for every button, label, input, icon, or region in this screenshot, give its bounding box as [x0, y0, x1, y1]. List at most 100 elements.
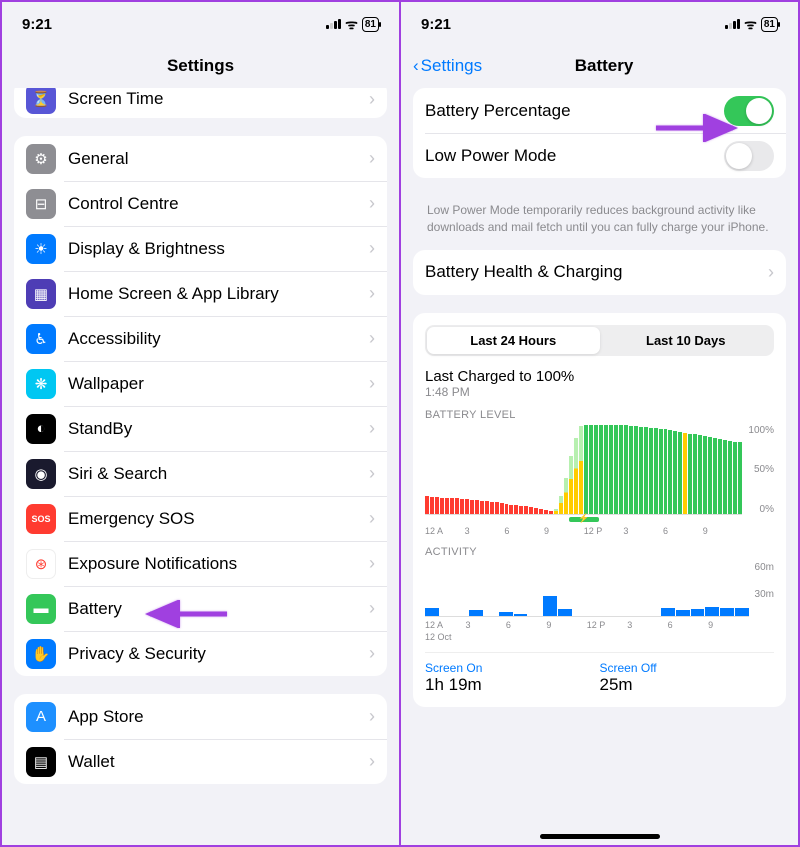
battery-health-group: Battery Health & Charging ›	[413, 250, 786, 295]
settings-row-emergency-sos[interactable]: SOS Emergency SOS›	[14, 496, 387, 541]
cellular-icon	[725, 19, 740, 29]
status-bar: 9:21 ᯤ 81	[401, 2, 798, 46]
settings-row-wallet[interactable]: ▤Wallet›	[14, 739, 387, 784]
chevron-right-icon: ›	[369, 418, 375, 439]
chevron-right-icon: ›	[768, 262, 774, 283]
lpm-description: Low Power Mode temporarily reduces backg…	[413, 196, 786, 250]
row-label: Wallet	[68, 752, 369, 772]
settings-row-exposure-notifications[interactable]: ⊛ Exposure Notifications›	[14, 541, 387, 586]
row-label: Screen Time	[68, 89, 369, 109]
settings-row-display-brightness[interactable]: ☀ Display & Brightness›	[14, 226, 387, 271]
last-charged-title: Last Charged to 100%	[425, 368, 774, 385]
status-time: 9:21	[22, 16, 52, 33]
settings-row-battery[interactable]: ▬ Battery›	[14, 586, 387, 631]
activity-chart: 12 A36912 P369 12 Oct 60m 30m	[425, 562, 774, 642]
accessibility-icon: ♿︎	[26, 324, 56, 354]
cellular-icon	[326, 19, 341, 29]
settings-screen: 9:21 ᯤ 81 Settings ⏳ Screen Time › ⚙︎ Gen…	[2, 2, 401, 845]
row-label: Siri & Search	[68, 464, 369, 484]
settings-row-privacy-security[interactable]: ✋ Privacy & Security›	[14, 631, 387, 676]
settings-group-store: AApp Store›▤Wallet›	[14, 694, 387, 784]
battery-icon: ▬	[26, 594, 56, 624]
settings-group-main: ⚙︎General›⊟Control Centre›☀Display & Bri…	[14, 136, 387, 676]
settings-row-general[interactable]: ⚙︎ General›	[14, 136, 387, 181]
chevron-right-icon: ›	[369, 553, 375, 574]
row-label: Exposure Notifications	[68, 554, 369, 574]
chevron-right-icon: ›	[369, 706, 375, 727]
battery-percentage-toggle[interactable]	[724, 96, 774, 126]
screen-off-label: Screen Off	[600, 661, 775, 675]
chevron-right-icon: ›	[369, 148, 375, 169]
chevron-right-icon: ›	[369, 328, 375, 349]
settings-row-standby[interactable]: ◐StandBy›	[14, 406, 387, 451]
row-label: Wallpaper	[68, 374, 369, 394]
home-icon: ▦	[26, 279, 56, 309]
wifi-icon: ᯤ	[345, 15, 358, 34]
row-label: Privacy & Security	[68, 644, 369, 664]
wifi-icon: ᯤ	[744, 15, 757, 34]
last-charged-time: 1:48 PM	[425, 385, 774, 399]
chevron-right-icon: ›	[369, 283, 375, 304]
battery-level-chart: 12 A36912 P369 100% 50% 0%	[425, 425, 774, 536]
chevron-right-icon: ›	[369, 598, 375, 619]
chevron-right-icon: ›	[369, 463, 375, 484]
chevron-right-icon: ›	[369, 508, 375, 529]
settings-row-app-store[interactable]: A App Store›	[14, 694, 387, 739]
activity-label: ACTIVITY	[425, 546, 774, 558]
control-icon: ⊟	[26, 189, 56, 219]
low-power-mode-toggle[interactable]	[724, 141, 774, 171]
wallpaper-icon: ❋	[26, 369, 56, 399]
emergency-icon: SOS	[26, 504, 56, 534]
general-icon: ⚙︎	[26, 144, 56, 174]
low-power-mode-row[interactable]: Low Power Mode	[413, 133, 786, 178]
screen-off-value: 25m	[600, 675, 775, 695]
display-icon: ☀	[26, 234, 56, 264]
battery-percentage-row[interactable]: Battery Percentage	[413, 88, 786, 133]
segment-24h[interactable]: Last 24 Hours	[427, 327, 600, 354]
chevron-right-icon: ›	[369, 238, 375, 259]
battery-usage-panel: Last 24 Hours Last 10 Days Last Charged …	[413, 313, 786, 707]
row-label: Control Centre	[68, 194, 369, 214]
row-label: App Store	[68, 707, 369, 727]
privacy-icon: ✋	[26, 639, 56, 669]
charging-indicator-icon	[425, 517, 742, 523]
row-label: Display & Brightness	[68, 239, 369, 259]
row-label: Battery	[68, 599, 369, 619]
settings-group-partial: ⏳ Screen Time ›	[14, 88, 387, 118]
segment-10d[interactable]: Last 10 Days	[600, 327, 773, 354]
chevron-right-icon: ›	[369, 643, 375, 664]
row-label: Accessibility	[68, 329, 369, 349]
home-indicator[interactable]	[540, 834, 660, 839]
time-range-segmented[interactable]: Last 24 Hours Last 10 Days	[425, 325, 774, 356]
hourglass-icon: ⏳	[26, 88, 56, 114]
page-title: Battery	[422, 56, 786, 76]
settings-row-control-centre[interactable]: ⊟ Control Centre›	[14, 181, 387, 226]
settings-row-accessibility[interactable]: ♿︎ Accessibility›	[14, 316, 387, 361]
settings-row-siri-search[interactable]: ◉ Siri & Search›	[14, 451, 387, 496]
row-label: Home Screen & App Library	[68, 284, 369, 304]
app-icon: A	[26, 702, 56, 732]
battery-health-row[interactable]: Battery Health & Charging ›	[413, 250, 786, 295]
status-time: 9:21	[421, 16, 451, 33]
nav-bar: ‹ Settings Battery	[401, 46, 798, 88]
chevron-right-icon: ›	[369, 751, 375, 772]
activity-date: 12 Oct	[425, 632, 749, 642]
row-label: Emergency SOS	[68, 509, 369, 529]
page-title: Settings	[2, 46, 399, 88]
settings-row-home-screen-app-library[interactable]: ▦ Home Screen & App Library›	[14, 271, 387, 316]
battery-screen: 9:21 ᯤ 81 ‹ Settings Battery Battery Per…	[401, 2, 798, 845]
chevron-right-icon: ›	[369, 373, 375, 394]
chevron-right-icon: ›	[369, 193, 375, 214]
screen-on-label: Screen On	[425, 661, 600, 675]
exposure-icon: ⊛	[26, 549, 56, 579]
row-label: General	[68, 149, 369, 169]
settings-row-wallpaper[interactable]: ❋ Wallpaper›	[14, 361, 387, 406]
screen-on-value: 1h 19m	[425, 675, 600, 695]
battery-level-label: BATTERY LEVEL	[425, 409, 774, 421]
battery-icon: 81	[362, 17, 379, 32]
standby-icon: ◐	[26, 414, 56, 444]
settings-row-screen-time[interactable]: ⏳ Screen Time ›	[14, 88, 387, 118]
siri-icon: ◉	[26, 459, 56, 489]
status-bar: 9:21 ᯤ 81	[2, 2, 399, 46]
screen-time-summary: Screen On 1h 19m Screen Off 25m	[425, 652, 774, 695]
